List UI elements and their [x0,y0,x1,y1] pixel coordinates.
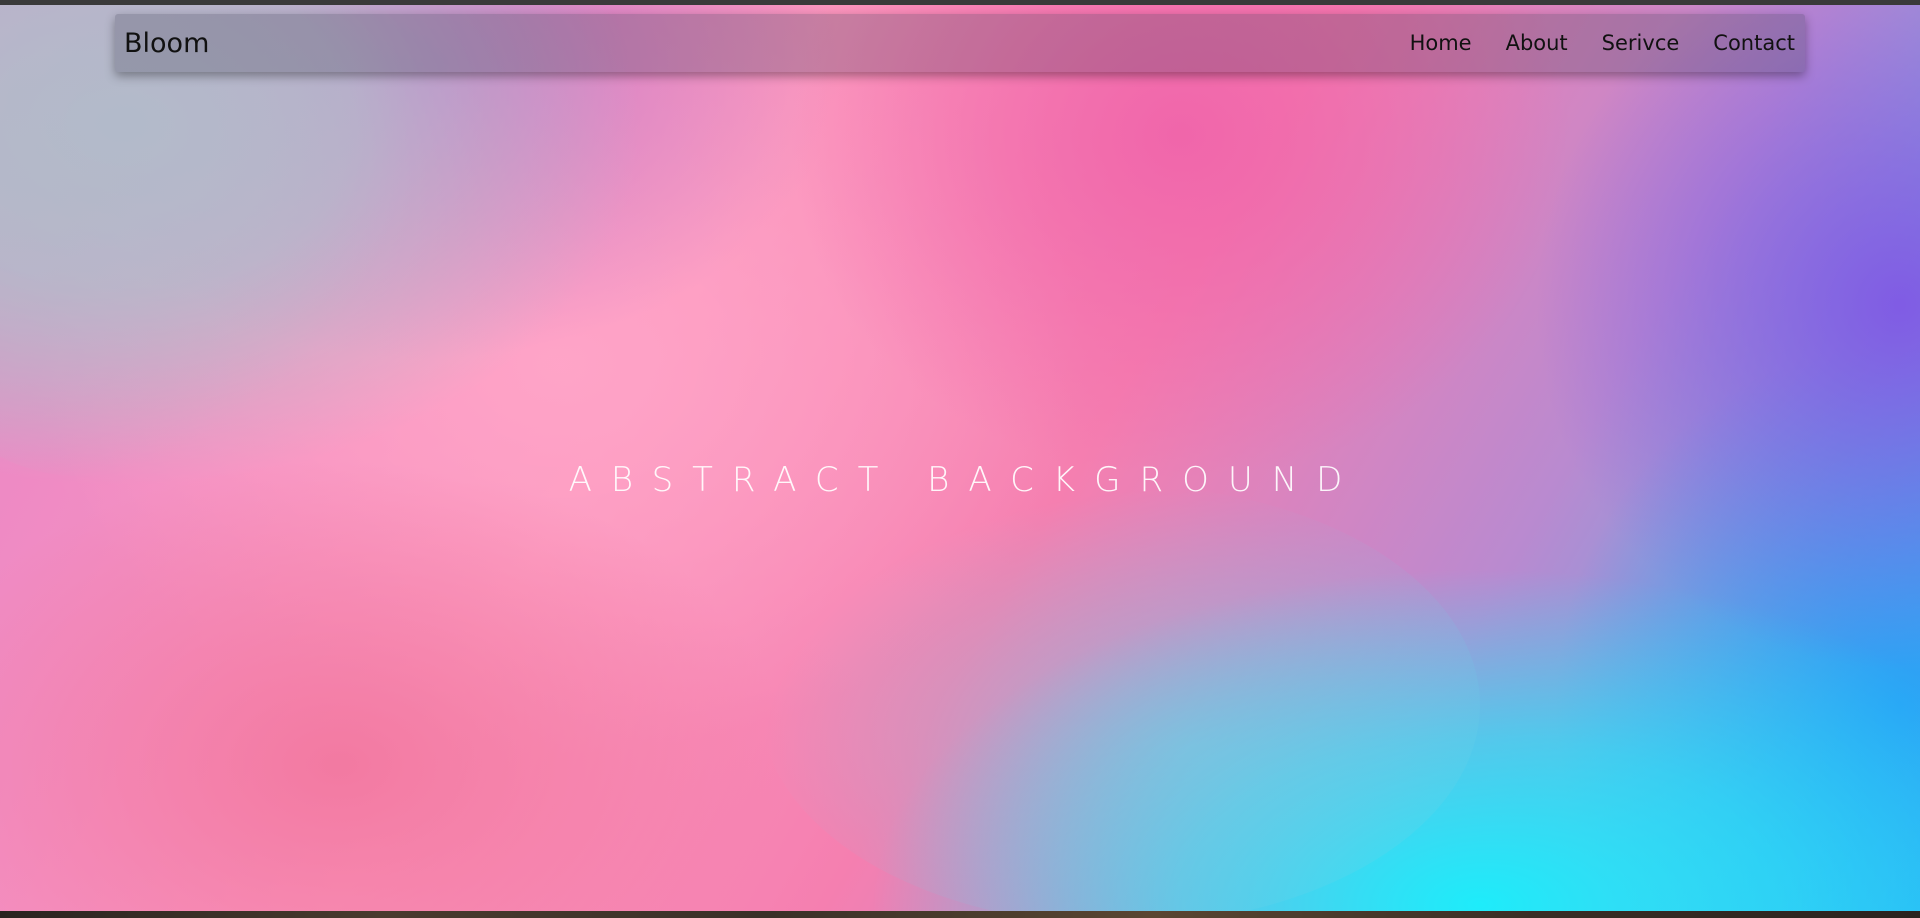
hero-section: Bloom Home About Serivce Contact ABSTRAC… [0,5,1920,911]
nav-link-service[interactable]: Serivce [1602,31,1680,55]
navbar: Bloom Home About Serivce Contact [115,14,1805,72]
brand-logo[interactable]: Bloom [124,28,209,59]
nav-link-contact[interactable]: Contact [1713,31,1795,55]
nav-links: Home About Serivce Contact [1410,31,1795,55]
nav-link-about[interactable]: About [1506,31,1568,55]
hero-title: ABSTRACT BACKGROUND [568,459,1362,500]
background-blob [0,5,509,526]
background-blob [760,485,1480,911]
next-section-peek [0,911,1920,918]
nav-link-home[interactable]: Home [1410,31,1472,55]
